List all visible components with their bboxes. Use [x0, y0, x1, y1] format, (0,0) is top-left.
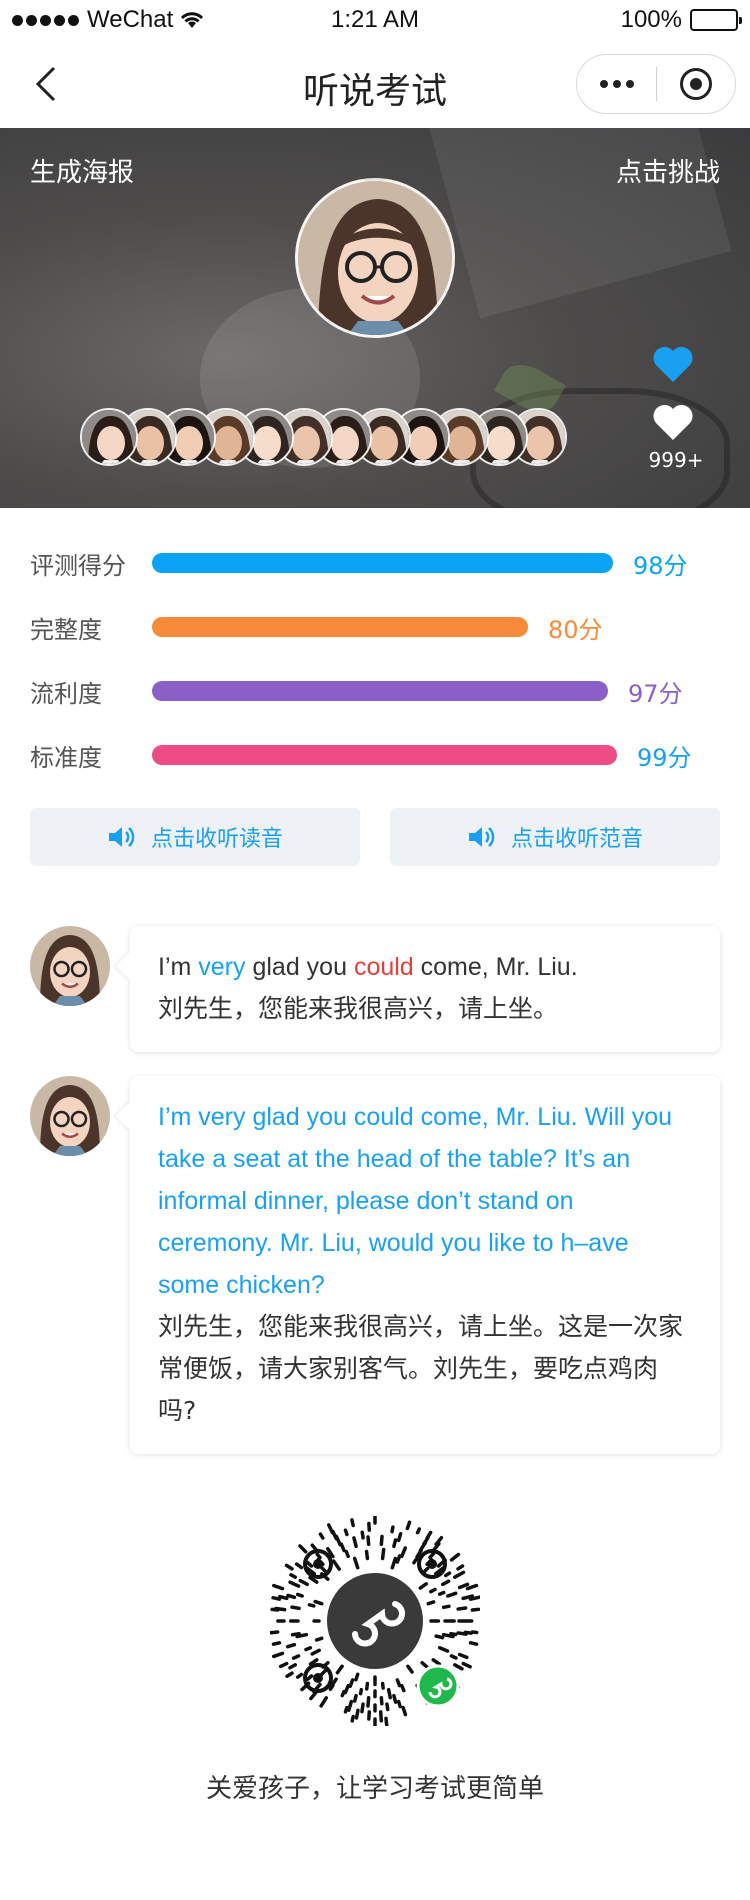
chat-avatar[interactable] — [30, 926, 110, 1006]
score-label: 标准度 — [30, 744, 102, 772]
chat-bubble: I’m very glad you could come, Mr. Liu. 刘… — [130, 926, 720, 1052]
listen-sample-label: 点击收听范音 — [510, 827, 643, 852]
challenge-button[interactable]: 点击挑战 — [616, 152, 720, 189]
word: I’m — [158, 953, 199, 981]
chinese-translation: 刘先生，您能来我很高兴，请上坐。 — [158, 994, 559, 1023]
battery-icon — [690, 9, 742, 31]
battery-percent: 100% — [620, 6, 682, 33]
like-count: 999+ — [648, 448, 704, 472]
score-bar — [152, 745, 617, 765]
chat-avatar[interactable] — [30, 1076, 110, 1156]
score-row-completeness: 完整度 80分 — [30, 606, 720, 646]
target-icon — [679, 68, 712, 100]
listen-sample-button[interactable]: 点击收听范音 — [390, 808, 720, 866]
score-value: 98分 — [633, 552, 688, 580]
score-value: 97分 — [628, 680, 683, 708]
score-bar — [152, 617, 528, 637]
participant-avatar[interactable] — [80, 408, 138, 466]
miniprogram-code — [269, 1512, 482, 1731]
status-right: 100% — [620, 6, 742, 34]
speaker-icon — [108, 827, 135, 847]
score-label: 评测得分 — [30, 552, 126, 580]
status-bar: WeChat 1:21 AM 100% — [0, 0, 750, 40]
score-label: 流利度 — [30, 680, 102, 708]
hero-banner: 生成海报 点击挑战 999+ — [0, 128, 750, 508]
score-row-accuracy: 标准度 99分 — [30, 734, 720, 774]
qr-code — [269, 1512, 482, 1731]
heart-liked-icon[interactable] — [652, 346, 694, 384]
error-word[interactable]: could — [354, 953, 414, 981]
score-row-fluency: 流利度 97分 — [30, 670, 720, 710]
user-avatar[interactable] — [295, 178, 455, 338]
speaker-icon — [468, 827, 495, 847]
score-bar — [152, 681, 608, 701]
score-value: 99分 — [637, 744, 692, 772]
english-passage: I’m very glad you could come, Mr. Liu. W… — [158, 1103, 673, 1299]
highlighted-word[interactable]: very — [198, 953, 245, 981]
score-label: 完整度 — [30, 616, 102, 644]
more-button[interactable] — [577, 55, 656, 113]
footer-slogan: 关爱孩子，让学习考试更简单 — [205, 1774, 544, 1804]
word: glad you — [245, 953, 354, 981]
nav-bar: 听说考试 — [0, 40, 750, 128]
word: come, Mr. Liu. — [413, 953, 578, 981]
listen-reading-label: 点击收听读音 — [150, 827, 283, 852]
listen-reading-button[interactable]: 点击收听读音 — [30, 808, 360, 866]
generate-poster-button[interactable]: 生成海报 — [30, 152, 134, 189]
chinese-translation: 刘先生，您能来我很高兴，请上坐。这是一次家常便饭，请大家别客气。刘先生，要吃点鸡… — [158, 1312, 684, 1425]
heart-icon[interactable] — [652, 404, 694, 442]
chat-bubble: I’m very glad you could come, Mr. Liu. W… — [130, 1076, 720, 1454]
close-miniprogram-button[interactable] — [657, 55, 735, 113]
capsule-menu — [576, 54, 736, 114]
score-row-overall: 评测得分 98分 — [30, 542, 720, 582]
score-value: 80分 — [548, 616, 603, 644]
english-sentence: I’m very glad you could come, Mr. Liu. — [158, 946, 692, 988]
score-bar — [152, 553, 613, 573]
